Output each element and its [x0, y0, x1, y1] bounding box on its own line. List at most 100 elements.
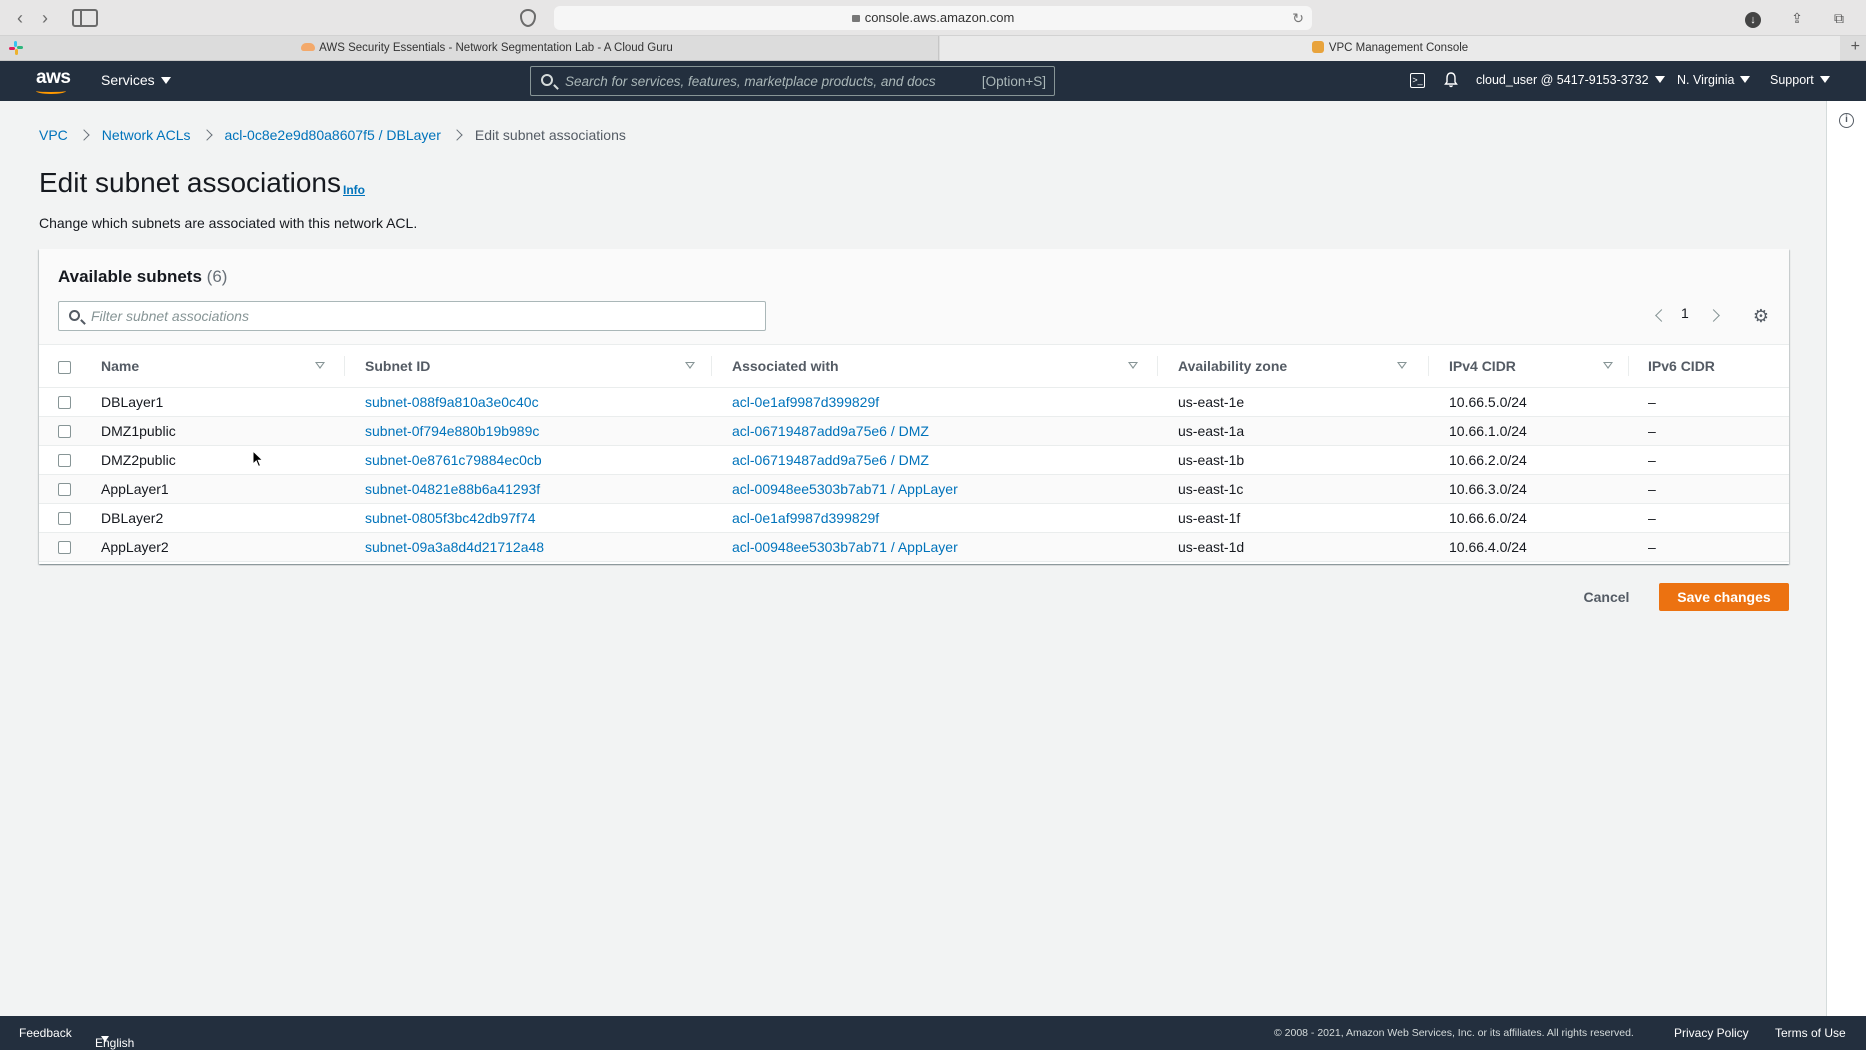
sidebar-toggle-icon[interactable]: [72, 9, 98, 27]
cell-ipv6: –: [1629, 503, 1789, 533]
acl-link[interactable]: acl-00948ee5303b7ab71 / AppLayer: [732, 539, 958, 555]
column-label: Availability zone: [1178, 357, 1288, 374]
filter-subnets-input[interactable]: [91, 306, 751, 326]
region-menu[interactable]: N. Virginia: [1677, 73, 1751, 87]
sort-caret-icon[interactable]: [1603, 362, 1613, 369]
table-row[interactable]: AppLayer1 subnet-04821e88b6a41293f acl-0…: [39, 474, 1789, 504]
table-row[interactable]: DBLayer1 subnet-088f9a810a3e0c40c acl-0e…: [39, 387, 1789, 417]
slack-icon[interactable]: [9, 41, 23, 55]
account-menu[interactable]: cloud_user @ 5417-9153-3732: [1476, 73, 1665, 87]
vpc-favicon-icon: [1311, 41, 1324, 53]
forward-icon[interactable]: ›: [35, 8, 55, 28]
downloads-icon[interactable]: ↓: [1740, 8, 1766, 28]
select-all-checkbox[interactable]: [58, 360, 71, 374]
sort-caret-icon[interactable]: [1128, 362, 1138, 369]
col-header-ipv4-cidr[interactable]: IPv4 CIDR: [1429, 345, 1629, 388]
page-number[interactable]: 1: [1681, 305, 1689, 321]
cell-name: DBLayer2: [101, 503, 345, 533]
search-placeholder: Search for services, features, marketpla…: [565, 74, 936, 89]
tabs-overview-icon[interactable]: ⧉: [1826, 8, 1852, 28]
terms-of-use-link[interactable]: Terms of Use: [1775, 1026, 1846, 1040]
cell-ipv6: –: [1629, 387, 1789, 417]
sort-caret-icon[interactable]: [685, 362, 695, 369]
breadcrumb: VPC Network ACLs acl-0c8e2e9d80a8607f5 / D…: [39, 127, 626, 143]
subnet-id-link[interactable]: subnet-0805f3bc42db97f74: [365, 510, 535, 526]
row-checkbox[interactable]: [58, 396, 71, 410]
tab-acloudguru[interactable]: AWS Security Essentials - Network Segmen…: [36, 36, 939, 61]
cell-name: AppLayer1: [101, 474, 345, 504]
caret-down-icon: [101, 1036, 109, 1042]
cancel-button[interactable]: Cancel: [1565, 583, 1648, 611]
cell-ipv6: –: [1629, 474, 1789, 504]
tab-label: VPC Management Console: [1328, 42, 1469, 54]
cloud-favicon-icon: [301, 43, 316, 51]
table-row[interactable]: DMZ2public subnet-0e8761c79884ec0cb acl-…: [39, 445, 1789, 475]
breadcrumb-network-acls[interactable]: Network ACLs: [102, 127, 191, 143]
sort-caret-icon[interactable]: [1397, 362, 1407, 369]
col-header-availability-zone[interactable]: Availability zone: [1158, 345, 1429, 388]
cell-associated-with: acl-0e1af9987d399829f: [712, 503, 1158, 533]
col-header-subnet-id[interactable]: Subnet ID: [345, 345, 712, 388]
column-label: Subnet ID: [365, 357, 431, 374]
copyright-text: © 2008 - 2021, Amazon Web Services, Inc.…: [1274, 1027, 1634, 1039]
row-checkbox[interactable]: [58, 483, 71, 497]
acl-link[interactable]: acl-06719487add9a75e6 / DMZ: [732, 423, 929, 439]
col-header-name[interactable]: Name: [101, 345, 345, 388]
new-tab-icon[interactable]: +: [1851, 38, 1860, 56]
column-label: Name: [101, 357, 140, 374]
acl-link[interactable]: acl-00948ee5303b7ab71 / AppLayer: [732, 481, 958, 497]
acl-link[interactable]: acl-06719487add9a75e6 / DMZ: [732, 452, 929, 468]
subnet-id-link[interactable]: subnet-04821e88b6a41293f: [365, 481, 540, 497]
address-bar[interactable]: console.aws.amazon.com ↻: [554, 6, 1312, 30]
col-header-ipv6-cidr[interactable]: IPv6 CIDR: [1629, 345, 1789, 388]
previous-page-icon[interactable]: [1655, 309, 1668, 322]
cloudshell-icon[interactable]: >_: [1410, 73, 1425, 88]
support-menu[interactable]: Support: [1770, 73, 1830, 87]
back-icon[interactable]: ‹: [10, 8, 30, 28]
subnet-id-link[interactable]: subnet-088f9a810a3e0c40c: [365, 394, 539, 410]
feedback-link[interactable]: Feedback: [19, 1026, 72, 1040]
table-row[interactable]: DMZ1public subnet-0f794e880b19b989c acl-…: [39, 416, 1789, 446]
row-select-cell: [39, 503, 101, 533]
row-checkbox[interactable]: [58, 541, 71, 555]
subnet-id-link[interactable]: subnet-09a3a8d4d21712a48: [365, 539, 544, 555]
bell-icon[interactable]: [1444, 72, 1458, 88]
table-row[interactable]: AppLayer2 subnet-09a3a8d4d21712a48 acl-0…: [39, 532, 1789, 562]
sort-caret-icon[interactable]: [315, 362, 325, 369]
info-panel-icon[interactable]: i: [1839, 113, 1854, 128]
gear-icon[interactable]: ⚙: [1751, 306, 1771, 326]
services-menu[interactable]: Services: [101, 72, 171, 88]
cell-name: DMZ2public: [101, 445, 345, 475]
reload-icon[interactable]: ↻: [1292, 6, 1304, 30]
aws-logo[interactable]: aws: [36, 67, 71, 89]
cell-name: DBLayer1: [101, 387, 345, 417]
acl-link[interactable]: acl-0e1af9987d399829f: [732, 510, 879, 526]
save-changes-button[interactable]: Save changes: [1659, 583, 1789, 611]
breadcrumb-acl[interactable]: acl-0c8e2e9d80a8607f5 / DBLayer: [225, 127, 441, 143]
search-icon: [541, 74, 553, 86]
cell-associated-with: acl-00948ee5303b7ab71 / AppLayer: [712, 474, 1158, 504]
row-checkbox[interactable]: [58, 425, 71, 439]
privacy-policy-link[interactable]: Privacy Policy: [1674, 1026, 1749, 1040]
breadcrumb-vpc[interactable]: VPC: [39, 127, 68, 143]
cell-az: us-east-1d: [1158, 532, 1429, 562]
row-checkbox[interactable]: [58, 512, 71, 526]
share-icon[interactable]: ⇪: [1784, 8, 1810, 28]
subnets-table: Name Subnet ID Associated with Availabil…: [39, 345, 1789, 562]
subnet-id-link[interactable]: subnet-0e8761c79884ec0cb: [365, 452, 542, 468]
col-header-associated-with[interactable]: Associated with: [712, 345, 1158, 388]
cell-subnet-id: subnet-09a3a8d4d21712a48: [345, 532, 712, 562]
filter-subnets-field[interactable]: [58, 301, 766, 331]
row-select-cell: [39, 416, 101, 446]
tab-strip: AWS Security Essentials - Network Segmen…: [0, 36, 1866, 61]
cell-name: DMZ1public: [101, 416, 345, 446]
tab-vpc-console[interactable]: VPC Management Console: [940, 36, 1840, 61]
row-checkbox[interactable]: [58, 454, 71, 468]
global-search-input[interactable]: Search for services, features, marketpla…: [530, 66, 1055, 96]
privacy-shield-icon[interactable]: [520, 9, 536, 27]
acl-link[interactable]: acl-0e1af9987d399829f: [732, 394, 879, 410]
subnet-id-link[interactable]: subnet-0f794e880b19b989c: [365, 423, 539, 439]
table-row[interactable]: DBLayer2 subnet-0805f3bc42db97f74 acl-0e…: [39, 503, 1789, 533]
next-page-icon[interactable]: [1707, 309, 1720, 322]
info-link[interactable]: Info: [343, 183, 365, 197]
